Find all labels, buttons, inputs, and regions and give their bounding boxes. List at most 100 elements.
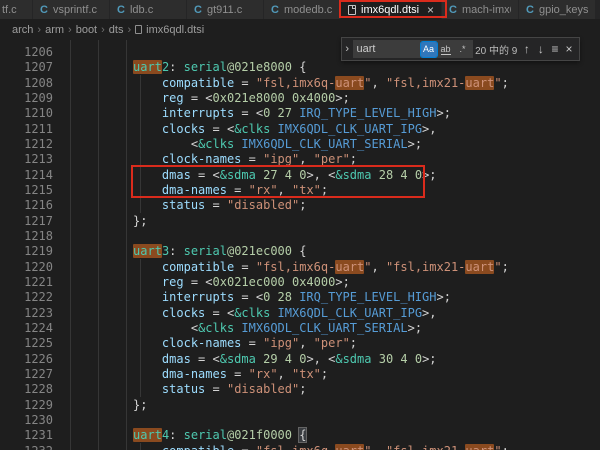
file-icon bbox=[135, 25, 142, 34]
tab-gt911.c[interactable]: Cgt911.c bbox=[187, 0, 264, 19]
line-number: 1217 bbox=[0, 214, 53, 229]
c-file-icon: C bbox=[117, 4, 125, 16]
chevron-right-icon: › bbox=[127, 24, 131, 36]
code-line[interactable]: dmas = <&sdma 27 4 0>, <&sdma 28 4 0>; bbox=[68, 168, 600, 183]
code-line[interactable]: uart4: serial@021f0000 { bbox=[68, 428, 600, 443]
find-close-button[interactable]: × bbox=[562, 40, 576, 58]
line-number: 1223 bbox=[0, 306, 53, 321]
line-number: 1206 bbox=[0, 45, 53, 60]
tab-ldb.c[interactable]: Cldb.c bbox=[110, 0, 187, 19]
code-content[interactable]: uart2: serial@021e8000 { compatible = "f… bbox=[60, 45, 600, 450]
c-file-icon: C bbox=[271, 4, 279, 16]
tab-modedb.c[interactable]: Cmodedb.c bbox=[264, 0, 341, 19]
whole-word-button[interactable]: ab bbox=[438, 42, 454, 57]
line-number: 1211 bbox=[0, 122, 53, 137]
line-number: 1213 bbox=[0, 152, 53, 167]
close-icon[interactable]: × bbox=[427, 4, 434, 16]
code-line[interactable]: status = "disabled"; bbox=[68, 382, 600, 397]
c-file-icon: C bbox=[526, 4, 534, 16]
code-line[interactable]: clock-names = "ipg", "per"; bbox=[68, 152, 600, 167]
code-line[interactable]: compatible = "fsl,imx6q-uart", "fsl,imx2… bbox=[68, 76, 600, 91]
line-number: 1226 bbox=[0, 352, 53, 367]
line-number: 1214 bbox=[0, 168, 53, 183]
line-number-gutter: 1206120712081209121012111212121312141215… bbox=[0, 45, 60, 450]
line-number: 1210 bbox=[0, 106, 53, 121]
tab-bar: tf.cCvsprintf.cCldb.cCgt911.cCmodedb.cim… bbox=[0, 0, 600, 19]
tab-tf.c[interactable]: tf.c bbox=[0, 0, 33, 19]
code-line[interactable]: clocks = <&clks IMX6QDL_CLK_UART_IPG>, bbox=[68, 306, 600, 321]
code-line[interactable]: uart3: serial@021ec000 { bbox=[68, 244, 600, 259]
breadcrumb-file[interactable]: imx6qdl.dtsi bbox=[135, 24, 204, 36]
code-line[interactable]: interrupts = <0 28 IRQ_TYPE_LEVEL_HIGH>; bbox=[68, 290, 600, 305]
code-line[interactable]: dma-names = "rx", "tx"; bbox=[68, 367, 600, 382]
breadcrumb-item-arch[interactable]: arch bbox=[12, 24, 33, 36]
code-line[interactable]: }; bbox=[68, 214, 600, 229]
c-file-icon: C bbox=[449, 4, 457, 16]
line-number: 1220 bbox=[0, 260, 53, 275]
code-line[interactable]: <&clks IMX6QDL_CLK_UART_SERIAL>; bbox=[68, 137, 600, 152]
regex-button[interactable]: .* bbox=[455, 42, 471, 57]
tab-label: imx6qdl.dtsi bbox=[361, 4, 419, 16]
tab-label: modedb.c bbox=[284, 4, 332, 16]
code-line[interactable]: reg = <0x021e8000 0x4000>; bbox=[68, 91, 600, 106]
tab-imx6qdl.dtsi[interactable]: imx6qdl.dtsi × bbox=[341, 0, 442, 19]
line-number: 1224 bbox=[0, 321, 53, 336]
code-line[interactable]: reg = <0x021ec000 0x4000>; bbox=[68, 275, 600, 290]
code-line[interactable]: dmas = <&sdma 29 4 0>, <&sdma 30 4 0>; bbox=[68, 352, 600, 367]
c-file-icon: C bbox=[40, 4, 48, 16]
code-line[interactable]: compatible = "fsl,imx6q-uart", "fsl,imx2… bbox=[68, 260, 600, 275]
find-results-count: 20 中的 9 bbox=[473, 42, 520, 57]
line-number: 1225 bbox=[0, 336, 53, 351]
line-number: 1230 bbox=[0, 413, 53, 428]
chevron-right-icon: › bbox=[68, 24, 72, 36]
code-line[interactable]: }; bbox=[68, 398, 600, 413]
code-line[interactable] bbox=[68, 229, 600, 244]
chevron-right-icon: › bbox=[37, 24, 41, 36]
whole-word-label: ab bbox=[441, 44, 451, 55]
c-file-icon: C bbox=[194, 4, 202, 16]
tab-vsprintf.c[interactable]: Cvsprintf.c bbox=[33, 0, 110, 19]
find-next-button[interactable]: ↓ bbox=[534, 40, 548, 58]
breadcrumb-file-label: imx6qdl.dtsi bbox=[146, 24, 204, 36]
line-number: 1219 bbox=[0, 244, 53, 259]
tab-gpio_keys.c[interactable]: Cgpio_keys.c bbox=[519, 0, 596, 19]
line-number: 1207 bbox=[0, 60, 53, 75]
code-line[interactable]: dma-names = "rx", "tx"; bbox=[68, 183, 600, 198]
file-icon bbox=[348, 5, 356, 15]
tab-label: gpio_keys.c bbox=[539, 4, 588, 16]
code-line[interactable]: <&clks IMX6QDL_CLK_UART_SERIAL>; bbox=[68, 321, 600, 336]
code-line[interactable]: compatible = "fsl,imx6q-uart", "fsl,imx2… bbox=[68, 444, 600, 450]
tab-label: vsprintf.c bbox=[53, 4, 97, 16]
line-number: 1216 bbox=[0, 198, 53, 213]
code-line[interactable]: status = "disabled"; bbox=[68, 198, 600, 213]
toggle-replace-chevron[interactable]: › bbox=[342, 43, 353, 55]
breadcrumb-item-arm[interactable]: arm bbox=[45, 24, 64, 36]
code-editor: 1206120712081209121012111212121312141215… bbox=[0, 40, 600, 450]
code-line[interactable]: clock-names = "ipg", "per"; bbox=[68, 336, 600, 351]
line-number: 1221 bbox=[0, 275, 53, 290]
vscode-window: tf.cCvsprintf.cCldb.cCgt911.cCmodedb.cim… bbox=[0, 0, 600, 450]
tab-mach-imx6q.c[interactable]: Cmach-imx6q.c bbox=[442, 0, 519, 19]
line-number: 1209 bbox=[0, 91, 53, 106]
line-number: 1208 bbox=[0, 76, 53, 91]
line-number: 1212 bbox=[0, 137, 53, 152]
line-number: 1218 bbox=[0, 229, 53, 244]
breadcrumb-item-dts[interactable]: dts bbox=[109, 24, 124, 36]
code-line[interactable]: interrupts = <0 27 IRQ_TYPE_LEVEL_HIGH>; bbox=[68, 106, 600, 121]
code-line[interactable]: uart2: serial@021e8000 { bbox=[68, 60, 600, 75]
find-input[interactable] bbox=[357, 43, 420, 55]
find-in-selection-button[interactable]: ≡ bbox=[548, 40, 562, 58]
code-line[interactable] bbox=[68, 413, 600, 428]
line-number: 1232 bbox=[0, 444, 53, 450]
code-line[interactable]: clocks = <&clks IMX6QDL_CLK_UART_IPG>, bbox=[68, 122, 600, 137]
tab-label: gt911.c bbox=[207, 4, 242, 16]
find-previous-button[interactable]: ↑ bbox=[520, 40, 534, 58]
line-number: 1215 bbox=[0, 183, 53, 198]
breadcrumb-item-boot[interactable]: boot bbox=[76, 24, 97, 36]
match-case-button[interactable]: Aa bbox=[421, 42, 437, 57]
line-number: 1229 bbox=[0, 398, 53, 413]
find-input-wrap[interactable]: Aa ab .* bbox=[353, 40, 473, 58]
line-number: 1227 bbox=[0, 367, 53, 382]
line-number: 1228 bbox=[0, 382, 53, 397]
tab-label: tf.c bbox=[2, 4, 17, 16]
